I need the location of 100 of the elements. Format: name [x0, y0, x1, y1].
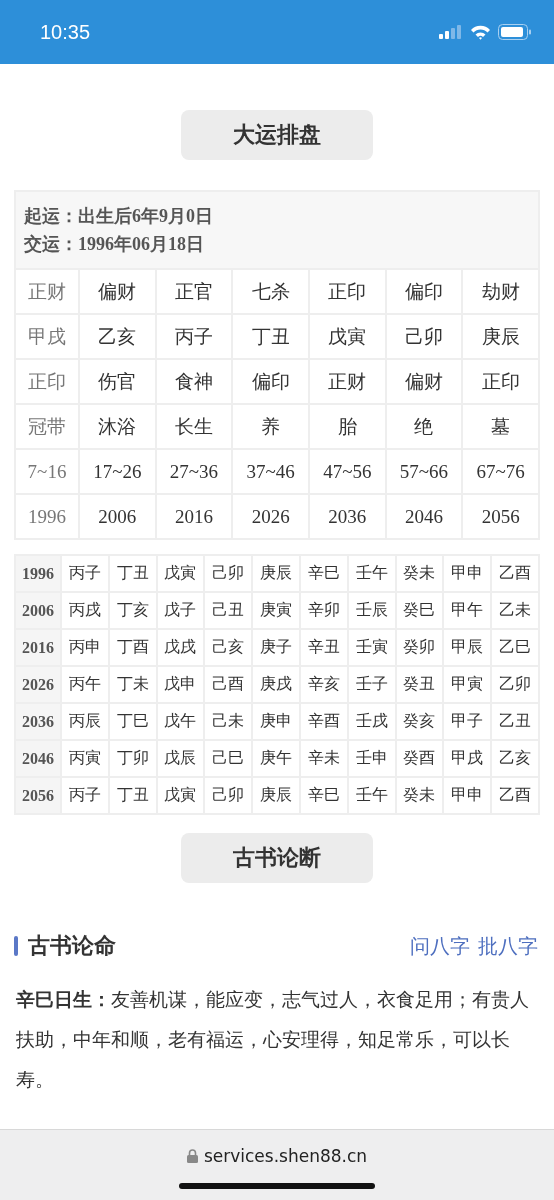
table-cell: 偏财 [80, 270, 155, 313]
table-cell: 甲申 [444, 778, 491, 813]
table-cell: 绝 [386, 405, 462, 448]
section-button[interactable]: 古书论断 [181, 833, 373, 883]
table-cell: 偏印 [386, 270, 462, 313]
table-cell: 乙巳 [492, 630, 538, 665]
table-cell: 戊戌 [157, 630, 204, 665]
table-cell: 丙戌 [62, 593, 108, 628]
table-cell: 丁卯 [109, 741, 156, 776]
table-cell: 甲戌 [16, 315, 78, 358]
table-cell: 甲子 [444, 704, 491, 739]
table-cell: 27~36 [156, 450, 232, 493]
table-cell: 己丑 [205, 593, 252, 628]
table-cell: 2026 [233, 495, 308, 538]
table-cell: 2006 [80, 495, 155, 538]
table-cell: 甲戌 [444, 741, 491, 776]
nav-link[interactable]: 批八字 [478, 932, 538, 960]
table-cell: 乙亥 [492, 741, 538, 776]
year-cell: 1996 [16, 556, 60, 591]
table-cell: 辛丑 [301, 630, 347, 665]
table-cell: 辛巳 [301, 778, 347, 813]
table-cell: 正财 [309, 360, 385, 403]
table-cell: 丁未 [109, 667, 156, 702]
info-line: 起运：出生后6年9月0日 [24, 205, 214, 228]
table-cell: 壬寅 [348, 630, 395, 665]
table-cell: 2046 [386, 495, 462, 538]
table-cell: 壬午 [348, 778, 395, 813]
table-cell: 七杀 [233, 270, 308, 313]
table-cell: 庚午 [253, 741, 299, 776]
table-cell: 47~56 [309, 450, 385, 493]
table-cell: 正印 [309, 270, 385, 313]
table-cell: 庚寅 [253, 593, 299, 628]
table-cell: 丁巳 [109, 704, 156, 739]
table-cell: 偏财 [386, 360, 462, 403]
table-cell: 庚戌 [253, 667, 299, 702]
home-indicator[interactable] [179, 1183, 375, 1189]
section-button[interactable]: 大运排盘 [181, 110, 373, 160]
table-cell: 乙未 [492, 593, 538, 628]
table-cell: 丁丑 [109, 556, 156, 591]
battery-icon [498, 24, 532, 40]
year-cell: 2036 [16, 704, 60, 739]
year-cell: 2046 [16, 741, 60, 776]
table-cell: 57~66 [386, 450, 462, 493]
table-cell: 1996 [16, 495, 78, 538]
table-cell: 辛未 [301, 741, 347, 776]
table-cell: 戊寅 [309, 315, 385, 358]
table-cell: 壬申 [348, 741, 395, 776]
table-cell: 2036 [309, 495, 385, 538]
table-cell: 己巳 [205, 741, 252, 776]
table-cell: 癸酉 [396, 741, 443, 776]
table-cell: 癸巳 [396, 593, 443, 628]
table-cell: 庚子 [253, 630, 299, 665]
table-cell: 己卯 [386, 315, 462, 358]
year-cell: 2056 [16, 778, 60, 813]
table-cell: 戊辰 [157, 741, 204, 776]
table-cell: 辛巳 [301, 556, 347, 591]
year-cell: 2006 [16, 593, 60, 628]
table-cell: 长生 [156, 405, 232, 448]
paragraph: 辛巳日生：友善机谋，能应变，志气过人，衣食足用；有贵人扶助，中年和顺，老有福运，心安理得，知足常乐，可以长寿。 [16, 987, 530, 1092]
lock-icon [186, 1149, 198, 1163]
table-cell: 庚辰 [253, 556, 299, 591]
table-cell: 戊寅 [157, 556, 204, 591]
table-cell: 辛卯 [301, 593, 347, 628]
table-cell: 己亥 [205, 630, 252, 665]
table-cell: 37~46 [233, 450, 308, 493]
table-cell: 正印 [463, 360, 538, 403]
table-cell: 癸丑 [396, 667, 443, 702]
table-cell: 丁酉 [109, 630, 156, 665]
info-line: 交运：1996年06月18日 [24, 233, 205, 256]
wifi-icon [470, 24, 491, 40]
table-cell: 癸未 [396, 556, 443, 591]
table-cell: 伤官 [80, 360, 155, 403]
table-cell: 丙午 [62, 667, 108, 702]
table-cell: 丙子 [156, 315, 232, 358]
section-title: 古书论命 [28, 932, 116, 960]
table-cell: 辛亥 [301, 667, 347, 702]
table-cell: 戊子 [157, 593, 204, 628]
table-cell: 壬午 [348, 556, 395, 591]
table-cell: 辛酉 [301, 704, 347, 739]
table-cell: 癸亥 [396, 704, 443, 739]
table-cell: 丙申 [62, 630, 108, 665]
table-cell: 67~76 [463, 450, 538, 493]
table-cell: 7~16 [16, 450, 78, 493]
table-cell: 丙寅 [62, 741, 108, 776]
table-cell: 甲申 [444, 556, 491, 591]
nav-link[interactable]: 问八字 [410, 932, 470, 960]
table-cell: 癸未 [396, 778, 443, 813]
table-cell: 乙酉 [492, 556, 538, 591]
table-cell: 己未 [205, 704, 252, 739]
clock-time: 10:35 [40, 20, 91, 44]
url-text[interactable]: services.shen88.cn [203, 1146, 368, 1166]
table-cell: 壬子 [348, 667, 395, 702]
table-cell: 正官 [156, 270, 232, 313]
table-cell: 丁丑 [109, 778, 156, 813]
table-cell: 丁亥 [109, 593, 156, 628]
table-cell: 2016 [156, 495, 232, 538]
table-cell: 己卯 [205, 556, 252, 591]
table-cell: 乙亥 [80, 315, 155, 358]
table-cell: 丙子 [62, 778, 108, 813]
table-cell: 2056 [463, 495, 538, 538]
